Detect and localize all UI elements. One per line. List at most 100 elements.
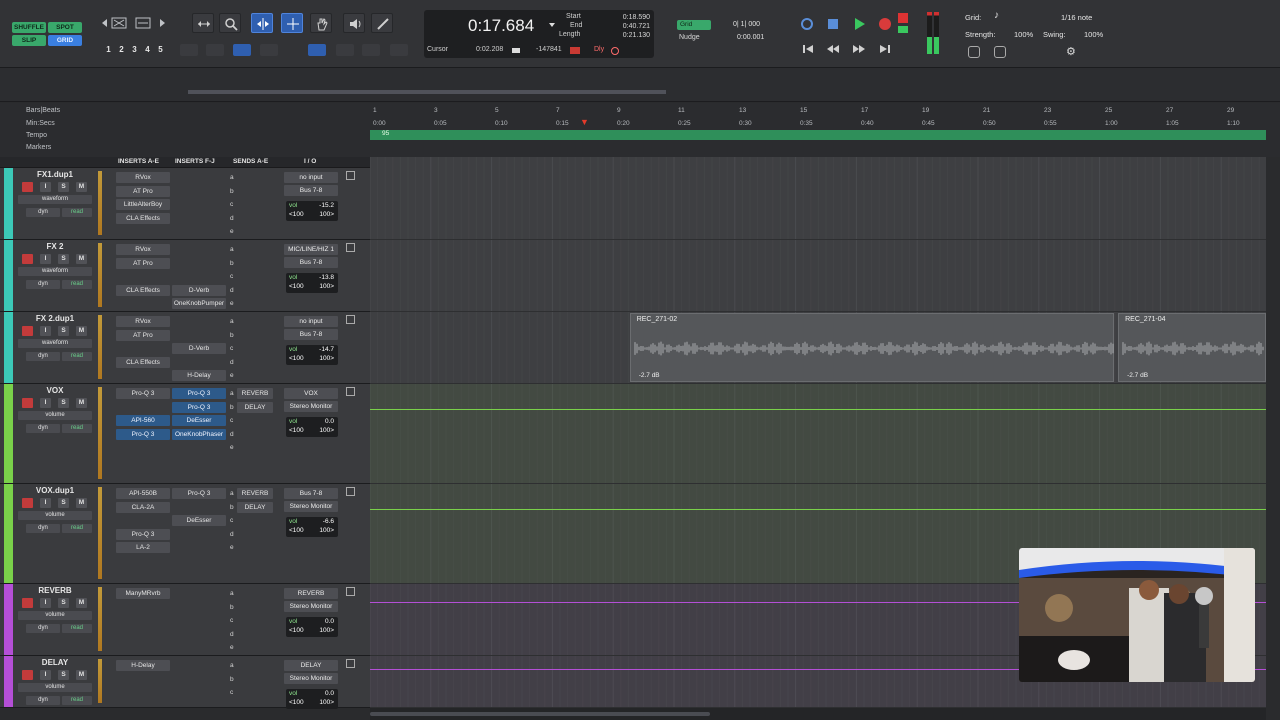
volume-pan-readout[interactable]: vol 0.0 <100 100> xyxy=(286,689,338,709)
solo-button[interactable]: S xyxy=(58,326,69,336)
rec-button[interactable] xyxy=(22,182,33,192)
track-color-bar[interactable] xyxy=(4,168,13,239)
dynamic-plugin-selector[interactable]: dyn xyxy=(26,208,60,217)
automation-mode-selector[interactable]: read xyxy=(62,524,92,533)
track-color-bar[interactable] xyxy=(4,484,13,583)
send-slot-letter[interactable]: a xyxy=(230,590,234,597)
send-name[interactable]: DELAY xyxy=(237,401,273,413)
pan-left-value[interactable]: <100 xyxy=(289,699,304,706)
nudge-value[interactable]: 0:00.001 xyxy=(737,34,764,41)
track-view-selector[interactable]: waveform xyxy=(18,195,92,204)
pan-left-value[interactable]: <100 xyxy=(289,427,304,434)
pan-left-value[interactable]: <100 xyxy=(289,527,304,534)
volume-pan-readout[interactable]: vol -14.7 <100 100> xyxy=(286,345,338,365)
end-value[interactable]: 0:40.721 xyxy=(610,23,650,30)
input-button[interactable]: I xyxy=(40,598,51,608)
dynamic-plugin-selector[interactable]: dyn xyxy=(26,280,60,289)
output-window-icon[interactable] xyxy=(346,171,355,180)
output-window-icon[interactable] xyxy=(346,387,355,396)
insert-slot-ae[interactable]: ManyMRvrb xyxy=(116,588,170,599)
input-selector[interactable]: Bus 7-8 xyxy=(284,488,338,499)
fast-forward-icon[interactable] xyxy=(850,42,868,60)
pan-left-value[interactable]: <100 xyxy=(289,283,304,290)
track-color-bar[interactable] xyxy=(4,384,13,483)
loop-icon[interactable] xyxy=(798,15,816,33)
solo-button[interactable]: S xyxy=(58,398,69,408)
track-color-bar[interactable] xyxy=(4,240,13,311)
keyboard-focus-button[interactable] xyxy=(362,44,380,56)
ruler-label-markers[interactable]: Markers xyxy=(26,144,51,151)
send-slot-letter[interactable]: c xyxy=(230,517,233,524)
spot-mode-button[interactable]: SPOT xyxy=(48,22,82,33)
track-view-selector[interactable]: volume xyxy=(18,411,92,420)
audio-clip[interactable]: REC_271-02 -2.7 dB xyxy=(629,313,1115,382)
track-header[interactable]: VOX I S Mvolume dyn read Pro-Q 3 API-560 Pro-Q 3… xyxy=(0,384,370,484)
solo-button[interactable]: S xyxy=(58,498,69,508)
send-slot-letter[interactable]: e xyxy=(230,300,234,307)
output-selector[interactable]: Bus 7-8 xyxy=(284,257,338,268)
return-to-zero-icon[interactable] xyxy=(800,42,818,60)
insert-slot-fj[interactable]: OneKnobPhaser xyxy=(172,428,226,440)
mute-button[interactable]: M xyxy=(76,598,87,608)
input-selector[interactable]: no input xyxy=(284,316,338,327)
send-slot-letter[interactable]: e xyxy=(230,372,234,379)
insert-slot-fj[interactable]: Pro-Q 3 xyxy=(172,488,226,499)
tempo-ruler-lane[interactable] xyxy=(370,130,1266,140)
mute-button[interactable]: M xyxy=(76,670,87,680)
input-button[interactable]: I xyxy=(40,670,51,680)
grid-mode-button[interactable]: GRID xyxy=(48,35,82,46)
send-slot-letter[interactable]: e xyxy=(230,444,234,451)
pan-right-value[interactable]: 100> xyxy=(319,355,334,362)
dynamic-plugin-selector[interactable]: dyn xyxy=(26,424,60,433)
go-to-end-icon[interactable] xyxy=(876,42,894,60)
rewind-icon[interactable] xyxy=(824,42,842,60)
output-selector[interactable]: Bus 7-8 xyxy=(284,329,338,340)
volume-pan-readout[interactable]: vol -13.8 <100 100> xyxy=(286,273,338,293)
zoomer-tool[interactable] xyxy=(192,13,214,33)
send-name[interactable]: DELAY xyxy=(237,501,273,513)
solo-button[interactable]: S xyxy=(58,182,69,192)
quantize-icon[interactable] xyxy=(968,46,980,58)
volume-pan-readout[interactable]: vol -15.2 <100 100> xyxy=(286,201,338,221)
rec-button[interactable] xyxy=(22,254,33,264)
insert-slot-ae[interactable]: Pro-Q 3 xyxy=(116,528,170,540)
send-name[interactable]: REVERB xyxy=(237,488,273,499)
insert-slot-fj[interactable]: DeEsser xyxy=(172,515,226,526)
stop-icon[interactable] xyxy=(824,15,842,33)
send-slot-letter[interactable]: b xyxy=(230,404,234,411)
send-slot-letter[interactable]: c xyxy=(230,345,233,352)
dynamic-plugin-selector[interactable]: dyn xyxy=(26,696,60,705)
insert-slot-ae[interactable]: AT Pro xyxy=(116,329,170,341)
output-window-icon[interactable] xyxy=(346,587,355,596)
volume-pan-readout[interactable]: vol -6.6 <100 100> xyxy=(286,517,338,537)
send-slot-letter[interactable]: b xyxy=(230,504,234,511)
automation-mode-selector[interactable]: read xyxy=(62,208,92,217)
send-slot-letter[interactable]: b xyxy=(230,332,234,339)
input-button[interactable]: I xyxy=(40,498,51,508)
rec-button[interactable] xyxy=(22,498,33,508)
track-name[interactable]: FX 2 xyxy=(16,242,94,251)
pan-right-value[interactable]: 100> xyxy=(319,699,334,706)
input-selector[interactable]: MIC/LINE/HIZ 1 xyxy=(284,244,338,255)
track-header[interactable]: DELAY I S Mvolume dyn read H-Delay a b c DELAY Ster… xyxy=(0,656,370,709)
track-name[interactable]: FX 2.dup1 xyxy=(16,314,94,323)
length-value[interactable]: 0:21.130 xyxy=(610,32,650,39)
pencil-tool[interactable] xyxy=(371,13,393,33)
insert-slot-ae[interactable]: RVox xyxy=(116,316,170,327)
record-icon[interactable] xyxy=(876,15,894,33)
track-header[interactable]: FX1.dup1 I S Mwaveform dyn read RVox AT Pro Litt… xyxy=(0,168,370,240)
insertion-follows-playback-button[interactable] xyxy=(260,44,278,56)
send-slot-letter[interactable]: c xyxy=(230,417,233,424)
ruler-label-tempo[interactable]: Tempo xyxy=(26,132,47,139)
send-slot-letter[interactable]: e xyxy=(230,544,234,551)
send-slot-letter[interactable]: c xyxy=(230,689,233,696)
output-window-icon[interactable] xyxy=(346,487,355,496)
track-view-selector[interactable]: volume xyxy=(18,611,92,620)
pan-right-value[interactable]: 100> xyxy=(319,211,334,218)
input-selector[interactable]: no input xyxy=(284,172,338,183)
insert-slot-ae[interactable]: Pro-Q 3 xyxy=(116,388,170,399)
send-slot-letter[interactable]: c xyxy=(230,617,233,624)
send-slot-letter[interactable]: a xyxy=(230,662,234,669)
automation-follows-edit-button[interactable] xyxy=(308,44,326,56)
track-header[interactable]: VOX.dup1 I S Mvolume dyn read API-550B CLA-2A Pr… xyxy=(0,484,370,584)
